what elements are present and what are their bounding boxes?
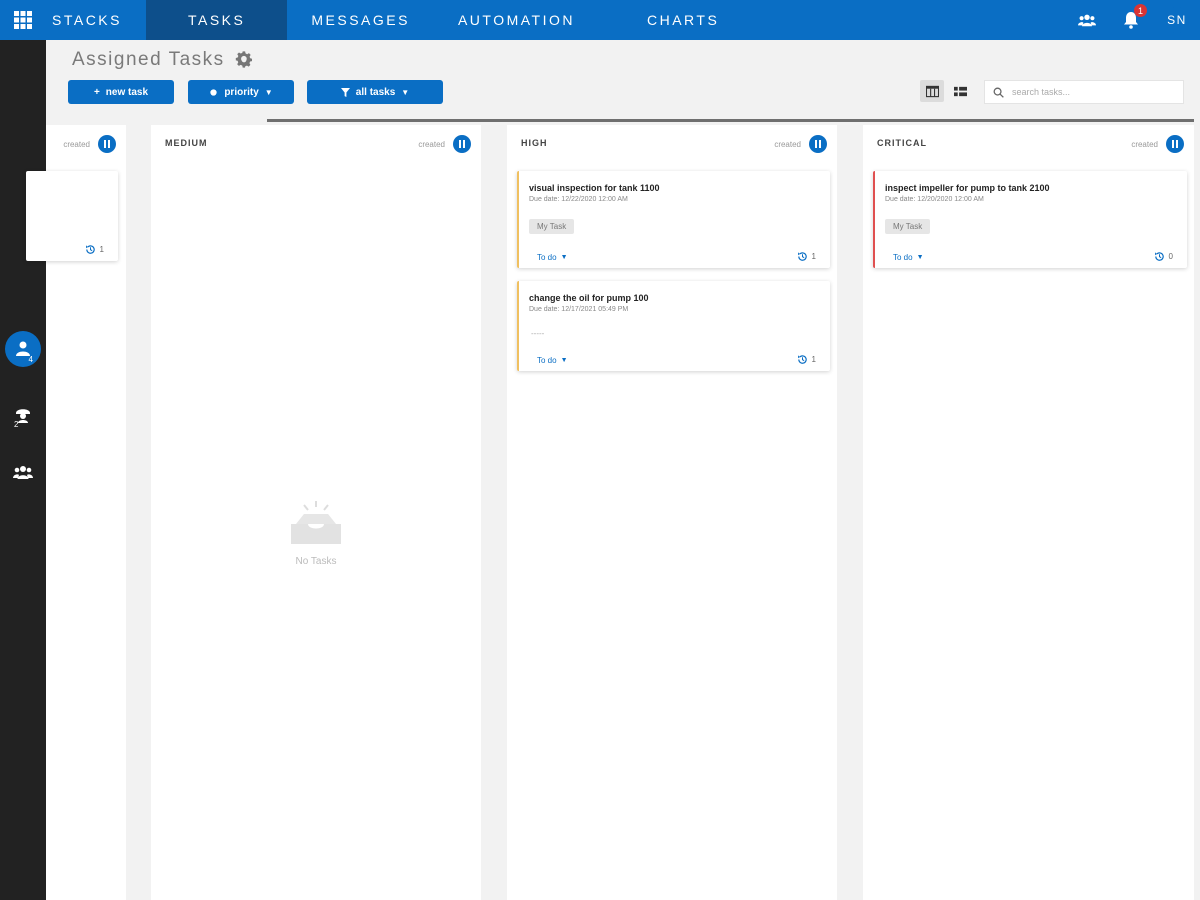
horizontal-scrollbar[interactable]	[267, 119, 1194, 122]
task-filter-dropdown[interactable]: all tasks ▼	[307, 80, 443, 104]
empty-state: No Tasks	[151, 500, 481, 567]
task-card[interactable]: visual inspection for tank 1100 Due date…	[517, 171, 830, 268]
card-history[interactable]: 1	[797, 354, 816, 365]
sort-label: created	[1131, 139, 1158, 149]
rail-group-tasks-count: 2	[14, 420, 19, 429]
column-title: MEDIUM	[165, 138, 208, 148]
list-view-icon	[953, 86, 967, 96]
column-title: CRITICAL	[877, 138, 927, 148]
left-rail: 4 2	[0, 40, 46, 900]
card-tag: My Task	[529, 219, 575, 234]
priority-dropdown[interactable]: priority ▼	[188, 80, 294, 104]
card-history[interactable]: 0	[1154, 251, 1173, 262]
search-box	[984, 80, 1184, 104]
nav-stacks[interactable]: STACKS	[46, 0, 146, 40]
gear-icon[interactable]	[235, 51, 253, 69]
page-title: Assigned Tasks	[72, 49, 225, 70]
apps-grid-button[interactable]	[0, 0, 46, 40]
notification-badge: 1	[1134, 4, 1147, 17]
card-due-date: Due date: 12/22/2020 12:00 AM	[529, 196, 628, 203]
sort-label: created	[774, 139, 801, 149]
sort-button[interactable]	[98, 135, 116, 153]
history-icon	[797, 252, 807, 261]
column-high: HIGH created visual inspection for tank …	[507, 125, 837, 900]
caret-down-icon: ▼	[264, 87, 273, 97]
nav-automation[interactable]: AUTOMATION	[434, 0, 623, 40]
apps-grid-icon	[14, 11, 32, 29]
card-due-date: Due date: 12/20/2020 12:00 AM	[885, 196, 984, 203]
sort-button[interactable]	[453, 135, 471, 153]
page-title-row: Assigned Tasks	[72, 49, 253, 71]
board-view-toggle[interactable]	[920, 80, 944, 102]
history-icon	[797, 355, 807, 364]
column-critical: CRITICAL created inspect impeller for pu…	[863, 125, 1194, 900]
column-sort[interactable]: created	[418, 135, 471, 153]
top-nav: STACKS TASKS MESSAGES AUTOMATION CHARTS …	[0, 0, 1200, 40]
card-title: visual inspection for tank 1100	[529, 183, 660, 193]
user-avatar[interactable]: SN	[1164, 7, 1190, 33]
sort-icon	[104, 140, 110, 148]
card-tag-empty: -----	[531, 329, 545, 338]
priority-icon	[210, 88, 217, 96]
caret-down-icon: ▼	[560, 254, 568, 261]
column-medium: MEDIUM created No Tasks	[151, 125, 481, 900]
card-tag: My Task	[885, 219, 931, 234]
rail-my-tasks[interactable]: 4	[5, 331, 41, 367]
new-task-button[interactable]: + new task	[68, 80, 174, 104]
sort-icon	[459, 140, 465, 148]
column-low: created 1	[26, 125, 126, 900]
team-button[interactable]	[1076, 9, 1098, 31]
team-icon	[1078, 14, 1096, 27]
task-card[interactable]: 1	[26, 171, 118, 261]
sort-button[interactable]	[809, 135, 827, 153]
empty-state-text: No Tasks	[295, 556, 337, 567]
history-icon	[85, 245, 95, 254]
list-view-toggle[interactable]	[948, 80, 972, 102]
sort-icon	[815, 140, 821, 148]
card-title: inspect impeller for pump to tank 2100	[885, 183, 1050, 193]
users-icon	[13, 466, 33, 479]
caret-down-icon: ▼	[916, 254, 924, 261]
column-sort[interactable]: created	[63, 135, 116, 153]
column-sort[interactable]: created	[774, 135, 827, 153]
caret-down-icon: ▼	[560, 357, 568, 364]
filter-icon	[340, 87, 350, 97]
nav-charts[interactable]: CHARTS	[623, 0, 743, 40]
task-card[interactable]: change the oil for pump 100 Due date: 12…	[517, 281, 830, 371]
card-history[interactable]: 1	[797, 251, 816, 262]
sort-icon	[1172, 140, 1178, 148]
sort-label: created	[63, 139, 90, 149]
notifications-button[interactable]: 1	[1120, 4, 1147, 31]
search-input[interactable]	[1012, 87, 1172, 97]
columns-view-icon	[925, 85, 939, 97]
nav-messages[interactable]: MESSAGES	[287, 0, 434, 40]
sort-label: created	[418, 139, 445, 149]
card-title: change the oil for pump 100	[529, 293, 649, 303]
sort-button[interactable]	[1166, 135, 1184, 153]
column-title: HIGH	[521, 138, 548, 148]
column-sort[interactable]: created	[1131, 135, 1184, 153]
empty-inbox-icon	[291, 501, 341, 544]
rail-my-tasks-count: 4	[28, 355, 33, 364]
plus-icon: +	[93, 86, 100, 98]
caret-down-icon: ▼	[401, 87, 410, 97]
card-status-dropdown[interactable]: To do ▼	[893, 253, 924, 262]
nav-tasks[interactable]: TASKS	[145, 0, 288, 40]
history-icon	[1154, 252, 1164, 261]
card-history[interactable]: 1	[85, 244, 104, 255]
rail-users[interactable]	[5, 454, 41, 490]
card-status-dropdown[interactable]: To do ▼	[537, 356, 568, 365]
task-card[interactable]: inspect impeller for pump to tank 2100 D…	[873, 171, 1187, 268]
rail-group-tasks[interactable]: 2	[5, 396, 41, 432]
card-due-date: Due date: 12/17/2021 05:49 PM	[529, 306, 629, 313]
card-status-dropdown[interactable]: To do ▼	[537, 253, 568, 262]
search-icon	[993, 87, 1004, 98]
